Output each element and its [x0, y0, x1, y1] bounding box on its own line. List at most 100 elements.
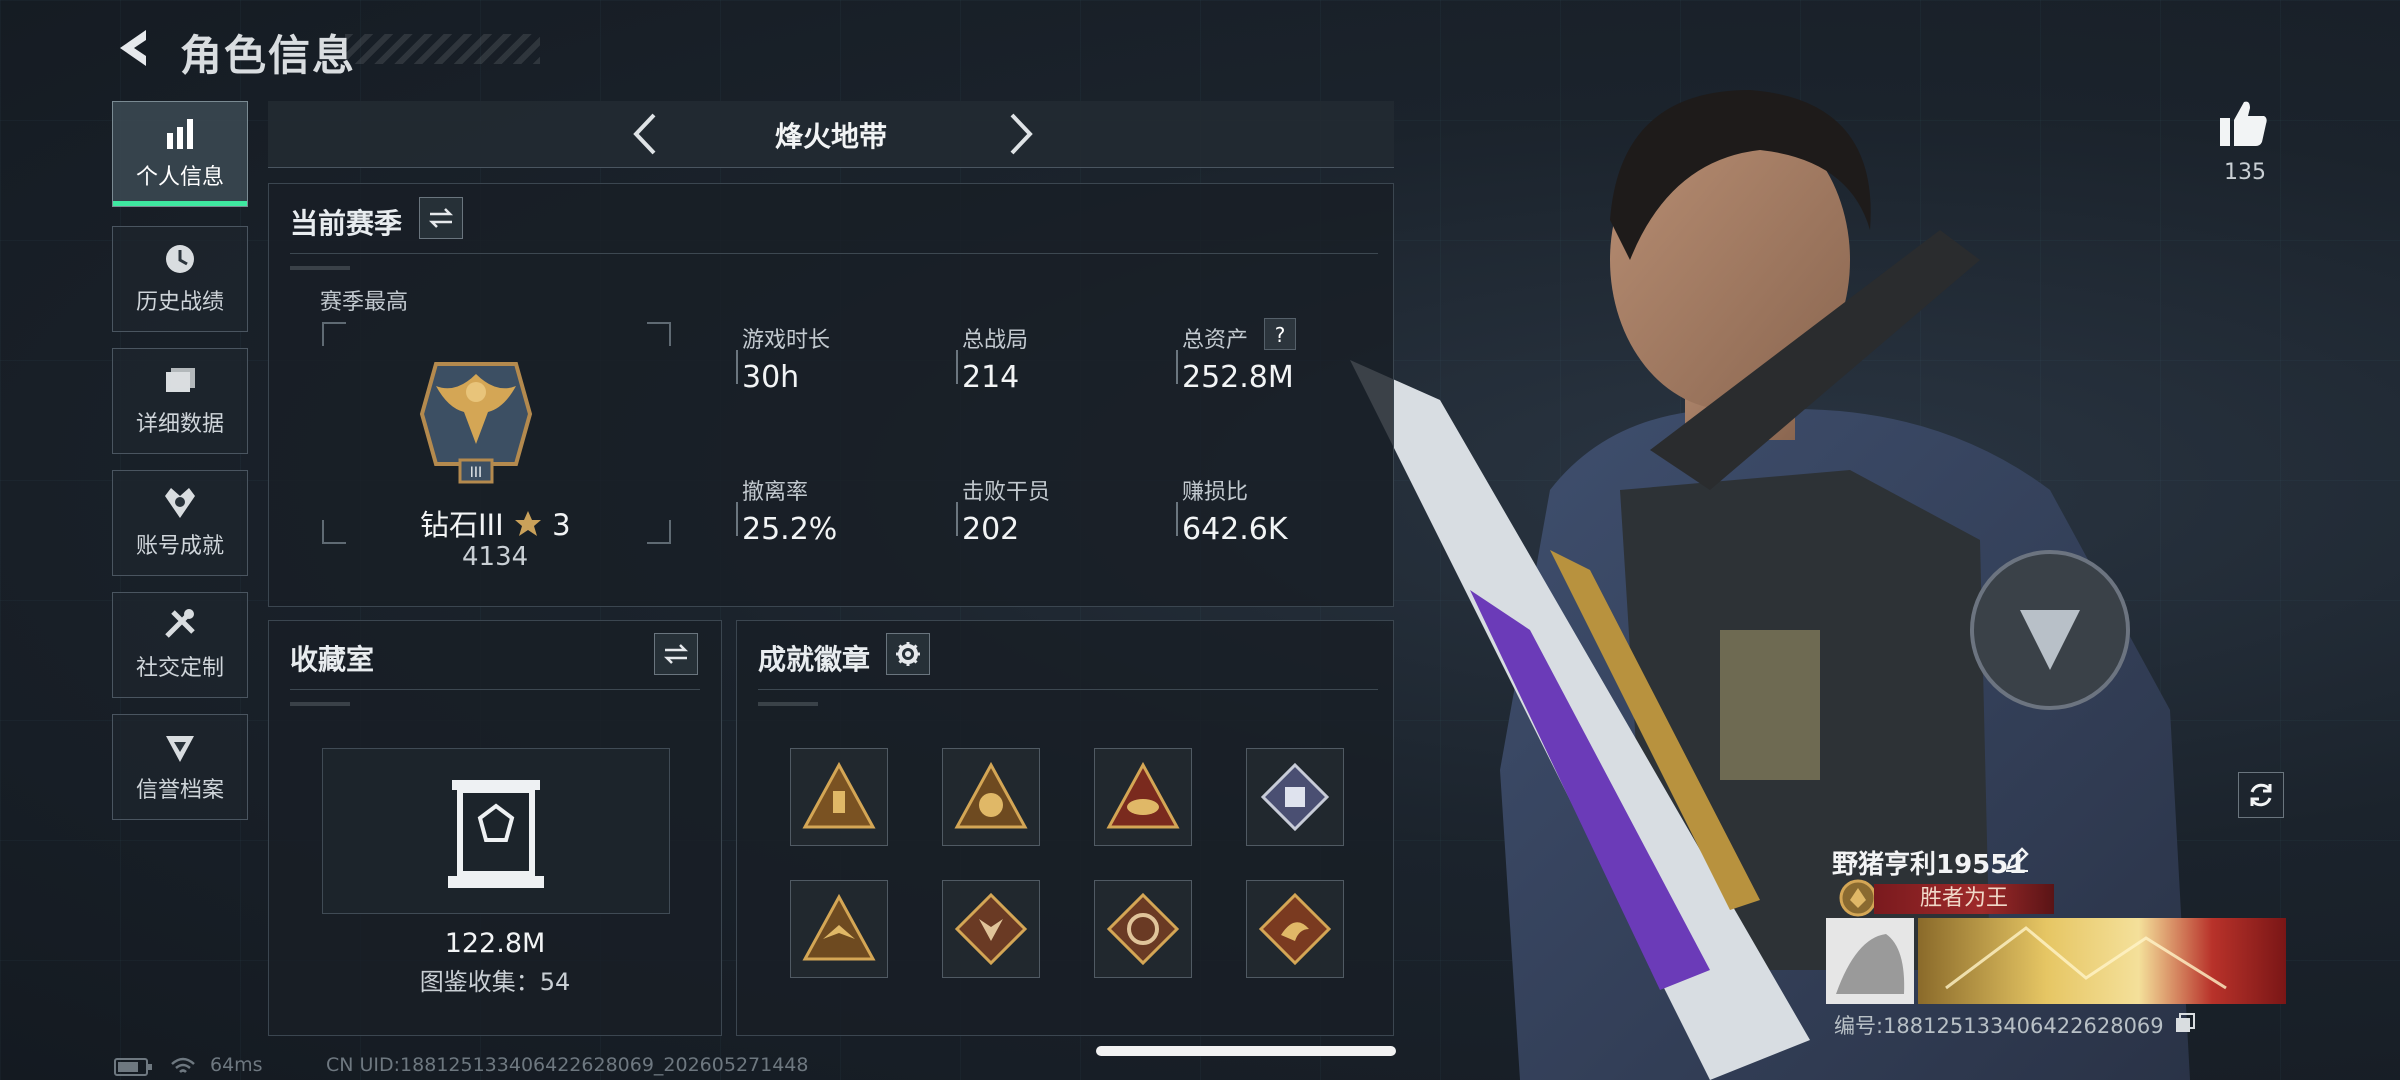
- home-indicator[interactable]: [1096, 1046, 1396, 1056]
- stat-label: 总资产: [1182, 328, 1249, 353]
- hat-badge-icon: [1106, 761, 1180, 829]
- flask-badge-icon: [802, 761, 876, 829]
- achievement-badge[interactable]: [790, 748, 888, 846]
- player-title-badge: 胜者为王: [1874, 884, 2054, 914]
- sidebar-item-label: 账号成就: [135, 534, 224, 559]
- stat-divider: [1176, 350, 1178, 384]
- page-title: 角色信息: [180, 31, 357, 80]
- asset-help-button[interactable]: ?: [1264, 318, 1296, 350]
- gear-crown-badge-icon: [954, 761, 1028, 829]
- sidebar-item-detail-data[interactable]: 详细数据: [112, 348, 248, 454]
- stat-value: 202: [962, 512, 1020, 547]
- bar-chart-icon: [167, 119, 193, 149]
- stat-value: 214: [962, 360, 1020, 395]
- stat-value: 25.2%: [742, 512, 838, 547]
- rank-name: 钻石III: [420, 508, 504, 542]
- stat-label: 游戏时长: [742, 328, 831, 353]
- achievements-settings-button[interactable]: [886, 633, 930, 675]
- wheel-badge-icon: [1106, 892, 1180, 966]
- title-emblem-icon: [1839, 879, 1877, 917]
- star-icon: [514, 511, 541, 536]
- season-swap-button[interactable]: [419, 197, 463, 239]
- collection-divider: [290, 689, 700, 690]
- deco-text: [290, 702, 350, 706]
- stat-value: 642.6K: [1182, 512, 1288, 547]
- stat-label: 击败干员: [962, 480, 1051, 505]
- wolf-badge-icon: [954, 892, 1028, 966]
- tools-icon: [165, 609, 195, 638]
- frame-corner: [322, 520, 346, 544]
- refresh-button[interactable]: [2238, 772, 2284, 818]
- achievements-section-title: 成就徽章: [758, 643, 871, 676]
- mode-title: 烽火地带: [774, 120, 887, 153]
- swap-icon: [663, 644, 689, 664]
- player-id-text: 编号:188125133406422628069: [1834, 1014, 2164, 1038]
- shield-icon: [166, 736, 194, 762]
- back-arrow-icon[interactable]: [112, 26, 156, 70]
- sidebar-item-personal-info[interactable]: 个人信息: [112, 101, 248, 207]
- rank-label: 钻石III 3: [420, 502, 571, 544]
- collection-section-title: 收藏室: [290, 643, 375, 676]
- sidebar-item-achievements[interactable]: 账号成就: [112, 470, 248, 576]
- deco-text: [758, 702, 818, 706]
- sidebar-item-history[interactable]: 历史战绩: [112, 226, 248, 332]
- stat-divider: [1176, 502, 1178, 536]
- fist-badge-icon: [1260, 762, 1330, 832]
- gear-icon: [896, 642, 920, 666]
- stat-divider: [956, 350, 958, 384]
- eagle-badge-icon: [802, 893, 876, 961]
- achievement-badge[interactable]: [790, 880, 888, 978]
- clock-history-icon: [166, 245, 194, 273]
- achievement-badge[interactable]: [942, 748, 1040, 846]
- wifi-icon: [171, 1057, 195, 1073]
- title-decoration: [345, 34, 540, 64]
- swap-icon: [428, 208, 454, 228]
- medal-icon: [165, 488, 195, 518]
- sidebar-item-reputation[interactable]: 信誉档案: [112, 714, 248, 820]
- mode-selector: 烽火地带: [268, 101, 1394, 168]
- sidebar-item-label: 社交定制: [135, 656, 224, 681]
- achievement-badge[interactable]: [1094, 880, 1192, 978]
- name-card-banner[interactable]: [1826, 918, 2286, 1004]
- stat-value: 30h: [742, 360, 800, 395]
- achievements-divider: [758, 689, 1378, 690]
- stat-divider: [736, 350, 738, 384]
- achievement-badge[interactable]: [1094, 748, 1192, 846]
- collection-swap-button[interactable]: [654, 633, 698, 675]
- vault-icon: [448, 780, 544, 888]
- edit-pencil-icon[interactable]: [2004, 846, 2030, 872]
- player-name: 野猪亨利19551: [1832, 850, 2027, 880]
- dragon-badge-icon: [1258, 892, 1332, 966]
- chevron-right-icon[interactable]: [1000, 111, 1040, 157]
- season-divider: [290, 253, 1378, 254]
- sidebar-item-label: 详细数据: [135, 412, 224, 437]
- stat-label: 赚损比: [1182, 480, 1249, 505]
- stat-divider: [956, 502, 958, 536]
- stat-label: 总战局: [962, 328, 1029, 353]
- sidebar-item-label: 个人信息: [135, 165, 224, 190]
- frame-corner: [647, 520, 671, 544]
- sidebar-item-label: 信誉档案: [135, 778, 224, 803]
- refresh-icon: [2250, 783, 2272, 807]
- frame-corner: [647, 322, 671, 346]
- stat-label: 撤离率: [742, 480, 809, 505]
- rank-score: 4134: [462, 542, 529, 572]
- sidebar-item-social[interactable]: 社交定制: [112, 592, 248, 698]
- sidebar-item-label: 历史战绩: [135, 290, 224, 315]
- achievement-badge[interactable]: [942, 880, 1040, 978]
- season-best-label: 赛季最高: [320, 290, 409, 315]
- diamond-rank-emblem-icon: III: [419, 362, 533, 484]
- frame-corner: [322, 322, 346, 346]
- battery-icon: [114, 1058, 152, 1076]
- copy-icon[interactable]: [2174, 1012, 2196, 1034]
- achievement-badge[interactable]: [1246, 880, 1344, 978]
- like-count: 135: [2224, 160, 2266, 185]
- stat-divider: [736, 502, 738, 536]
- stat-value: 252.8M: [1182, 360, 1294, 395]
- rank-stars: 3: [552, 508, 571, 542]
- uid-text: CN UID:18812513340642262806​9_2026052714…: [326, 1054, 809, 1076]
- folder-icon: [166, 368, 195, 392]
- deco-text: [290, 266, 350, 270]
- thumbs-up-icon[interactable]: [2218, 98, 2270, 148]
- achievement-badge[interactable]: [1246, 748, 1344, 846]
